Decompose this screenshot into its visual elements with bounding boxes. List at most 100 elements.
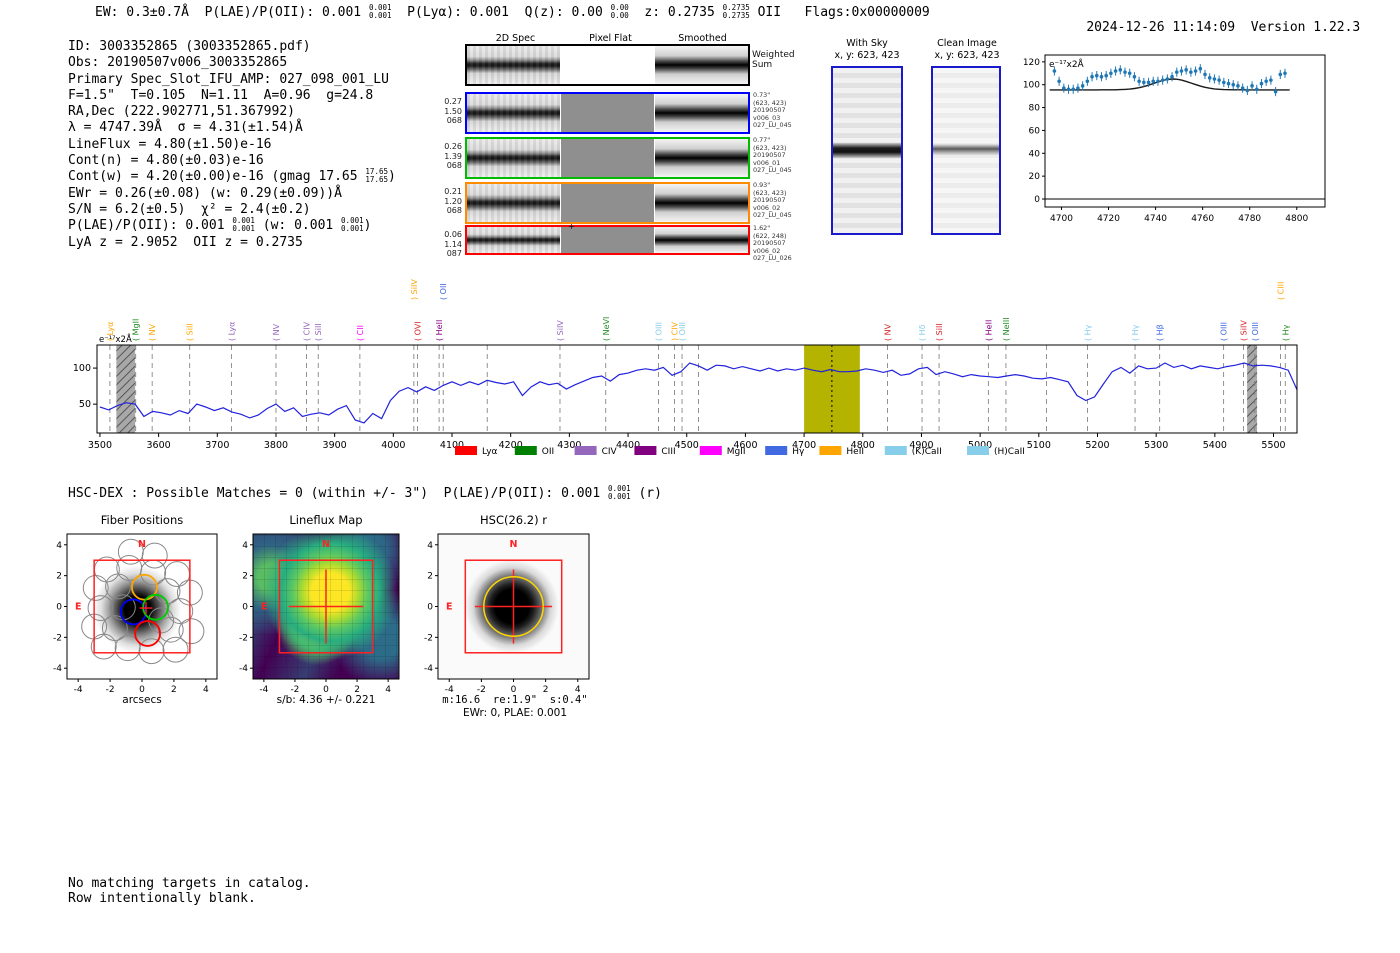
- data-point: [1094, 73, 1099, 78]
- stacked-uncertainty: 17.65 17.65: [365, 167, 388, 184]
- clean-image-cutout: [931, 66, 1001, 235]
- with-sky-cutout: [831, 66, 903, 235]
- emission-line-label: ( Hγ: [1084, 324, 1093, 341]
- unit-label: e⁻¹⁷x2Å: [1049, 58, 1085, 70]
- detection-band: [804, 345, 860, 433]
- cutout-row: [465, 137, 750, 179]
- text-segment: P(LAE)/P(OII): 0.001: [68, 218, 233, 234]
- data-point: [1057, 79, 1061, 84]
- emission-line-label: ( Hγ: [1281, 324, 1290, 341]
- info-line: Cont(n) = 4.80(±0.03)e-16: [68, 153, 396, 169]
- data-point: [1123, 70, 1127, 74]
- info-line: LineFlux = 4.80(±1.50)e-16: [68, 137, 396, 153]
- full-spectrum-plot: 3500 3600 3700 3800 3900 4000 4100 4200 4300 4400…: [73, 279, 1298, 457]
- emission-line-label: ( NV: [148, 323, 157, 341]
- data-point: [1198, 66, 1203, 71]
- y-tick-label: 60: [1029, 126, 1041, 136]
- x-tick-label: 3800: [264, 440, 288, 451]
- annotation-line: 027_LU_045: [753, 166, 792, 175]
- x-tick-label: 3700: [205, 440, 229, 451]
- data-point: [1062, 86, 1066, 90]
- x-tick-label: 4500: [675, 440, 699, 451]
- annotation-line: 027_LU_045: [753, 121, 792, 130]
- compass-east: E: [446, 602, 453, 613]
- col-header-pixel-flat: Pixel Flat: [589, 33, 632, 44]
- x-tick-label: 4740: [1144, 214, 1167, 224]
- emission-line-label: ( HeII: [435, 320, 444, 341]
- compass-east: E: [261, 602, 268, 613]
- data-point: [1160, 78, 1165, 82]
- data-point: [1146, 80, 1151, 85]
- emission-line-label: ( OIII: [655, 322, 664, 341]
- y-tick-label: 0: [427, 603, 433, 613]
- cutout-row-metrics: 0.21 1.20 068: [432, 187, 462, 216]
- report-version: Version 1.22.3: [1250, 20, 1361, 35]
- legend-label: CIII: [661, 447, 675, 457]
- info-line: LyA z = 2.9052 OII z = 0.2735: [68, 235, 396, 251]
- text-segment: ID: 3003352865 (3003352865.pdf): [68, 39, 311, 54]
- selected-fiber-circle: [142, 593, 169, 621]
- footer-blank-row: Row intentionally blank.: [68, 891, 256, 906]
- y-tick-label: 40: [1029, 149, 1041, 159]
- data-point: [1240, 86, 1245, 90]
- emission-line-label: ( HeII: [984, 320, 993, 341]
- data-point: [1179, 69, 1184, 73]
- data-point: [1278, 72, 1283, 77]
- pixel-flat-cutout: [561, 184, 654, 222]
- data-point: [1104, 73, 1108, 78]
- data-point: [1212, 77, 1217, 81]
- y-tick-label: 4: [56, 541, 62, 551]
- stacked-uncertainty: 0.00 0.00: [611, 4, 629, 19]
- footer-no-match: No matching targets in catalog.: [68, 876, 311, 891]
- text-segment: λ = 4747.39Å σ = 4.31(±1.54)Å: [68, 120, 303, 136]
- selected-fiber-circle: [134, 620, 161, 647]
- hsc-ewr-plae-label: EWr: 0, PLAE: 0.001: [462, 707, 568, 719]
- legend-swatch: [765, 446, 788, 455]
- cutout-row: [465, 44, 750, 86]
- metric-value: 1.20: [444, 196, 462, 206]
- data-point: [1184, 68, 1188, 72]
- legend-swatch: [455, 446, 477, 455]
- smoothed-cutout: [655, 139, 748, 177]
- legend-label: Lyα: [482, 447, 498, 457]
- cutout-row: [465, 182, 750, 224]
- y-tick-label: 2: [427, 572, 433, 582]
- emission-line-label: ( SiIV: [1240, 320, 1249, 341]
- y-tick-label: 4: [242, 541, 248, 551]
- text-segment: (r): [630, 486, 662, 501]
- zoom-spectrum-plot: 4700 4720 4740 4760 4780 4800 0 20 40 60 80 100 120 e…: [1023, 54, 1326, 224]
- smoothed-cutout: [655, 184, 748, 222]
- cutout-row-metrics: 0.26 1.39 068: [432, 142, 462, 171]
- info-line: RA,Dec (222.902771,51.367992): [68, 104, 396, 120]
- fiber-circle: [167, 598, 194, 625]
- pixel-flat-cutout: [561, 46, 654, 84]
- pixel-flat-cutout: [561, 227, 654, 253]
- fiber-circle: [141, 542, 168, 569]
- compass-north: N: [322, 539, 330, 550]
- data-point: [1113, 69, 1118, 73]
- data-point: [1099, 74, 1104, 79]
- col-header-smoothed: Smoothed: [678, 33, 727, 44]
- emission-line-label: ( OIII: [678, 322, 687, 341]
- marker-plus: +: [568, 222, 575, 231]
- legend-label: Hγ: [792, 447, 805, 457]
- y-tick-label: 50: [79, 399, 91, 410]
- selected-fiber-circle: [119, 598, 147, 626]
- metric-value: 0.27: [444, 97, 462, 106]
- emission-line-label: ( OII: [439, 283, 448, 300]
- clean-image-header: Clean Image x, y: 623, 423: [912, 38, 1022, 61]
- x-tick-label: 4760: [1191, 214, 1214, 224]
- legend-label: MgII: [727, 447, 746, 457]
- emission-line-label: ( Lyα: [227, 322, 236, 341]
- text-segment: HSC-DEX : Possible Matches = 0 (within +…: [68, 486, 609, 501]
- text-segment: F=1.5" T=0.105 N=1.11 A=0.96 g=24.8: [68, 87, 374, 103]
- y-tick-label: 0: [56, 603, 62, 613]
- data-point: [1259, 81, 1264, 86]
- fiber-circle: [138, 638, 165, 665]
- col-header-2d-spec: 2D Spec: [495, 33, 536, 44]
- emission-line-label: ( OIII: [1220, 322, 1229, 341]
- info-line: P(LAE)/P(OII): 0.001 0.001 0.001 (w: 0.00…: [68, 217, 396, 234]
- smoothed-cutout: [655, 227, 748, 253]
- info-line: ID: 3003352865 (3003352865.pdf): [68, 39, 396, 55]
